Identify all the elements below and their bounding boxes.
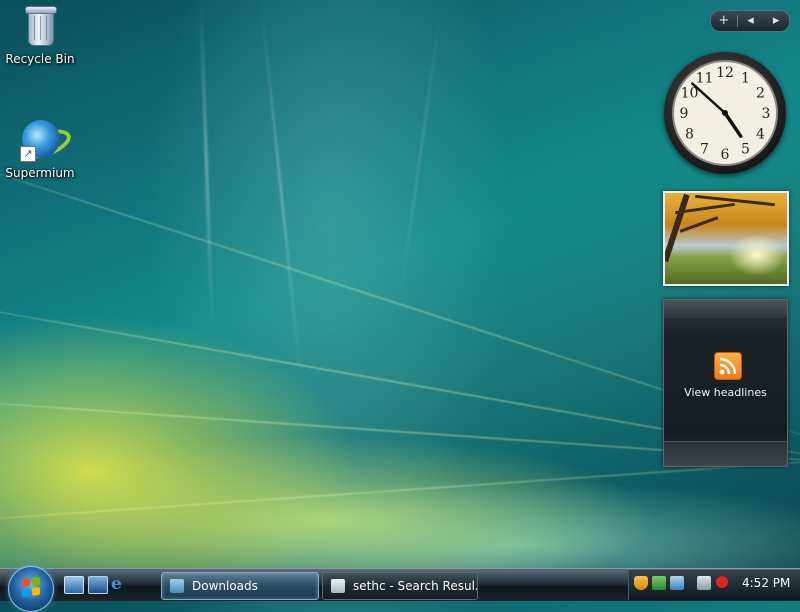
clock-gadget[interactable]: 12 1 2 3 4 5 6 7 8 9 10 11 <box>664 52 786 174</box>
wallpaper-wave <box>0 458 800 524</box>
windows-logo-icon <box>22 577 40 597</box>
clock-numeral: 6 <box>721 147 730 163</box>
feed-headlines-gadget[interactable]: View headlines <box>663 299 788 467</box>
browser-icon <box>331 579 345 593</box>
desktop-icon-label: Recycle Bin <box>5 52 75 66</box>
recycle-bin-icon <box>20 4 60 48</box>
volume-mute-badge-icon <box>716 576 728 588</box>
internet-explorer-icon[interactable]: e <box>111 576 129 593</box>
rss-icon <box>714 352 742 380</box>
switch-windows-icon[interactable] <box>88 576 108 594</box>
taskbar-button-label: Downloads <box>192 579 258 593</box>
windows-defender-icon[interactable] <box>652 576 666 590</box>
clock-numeral: 9 <box>680 106 689 122</box>
clock-numeral: 2 <box>756 86 765 102</box>
taskbar-button-search-results[interactable]: sethc - Search Resul... <box>322 572 478 600</box>
view-headlines-link[interactable]: View headlines <box>664 386 787 399</box>
next-gadgets-button[interactable]: ▸ <box>763 12 789 30</box>
sidebar-gadget-controls: + ◂ ▸ <box>710 10 790 32</box>
security-shield-icon[interactable] <box>634 576 648 590</box>
add-gadget-button[interactable]: + <box>711 12 737 30</box>
light-streak <box>199 0 214 330</box>
clock-numeral: 3 <box>762 106 771 122</box>
desktop-icon-recycle-bin[interactable]: Recycle Bin <box>0 4 80 66</box>
start-button[interactable] <box>8 566 54 612</box>
slideshow-gadget[interactable] <box>663 191 789 286</box>
desktop-icon-supermium[interactable]: ↗ Supermium <box>0 118 80 180</box>
volume-muted-icon[interactable] <box>697 576 711 590</box>
clock-numeral: 12 <box>716 65 734 81</box>
taskbar-button-label: sethc - Search Resul... <box>353 579 478 593</box>
clock-numeral: 8 <box>685 127 694 143</box>
previous-gadgets-button[interactable]: ◂ <box>738 12 764 30</box>
desktop-icon-label: Supermium <box>5 166 75 180</box>
taskbar-button-downloads[interactable]: Downloads <box>161 572 319 600</box>
clock-face: 12 1234567891011 <box>672 60 778 166</box>
taskbar-clock[interactable]: 4:52 PM <box>742 576 790 590</box>
feed-header <box>664 300 787 318</box>
clock-numeral: 11 <box>696 71 714 87</box>
clock-numeral: 5 <box>741 142 750 158</box>
shortcut-arrow-icon: ↗ <box>20 146 36 162</box>
folder-icon <box>170 579 184 593</box>
network-icon[interactable] <box>670 576 684 590</box>
clock-numeral: 1 <box>741 71 750 87</box>
feed-footer <box>664 441 787 466</box>
clock-numeral: 7 <box>700 142 709 158</box>
light-streak <box>260 0 302 380</box>
clock-numeral: 4 <box>756 127 765 143</box>
light-streak <box>399 1 443 299</box>
show-desktop-icon[interactable] <box>64 576 84 594</box>
supermium-icon: ↗ <box>17 118 75 165</box>
